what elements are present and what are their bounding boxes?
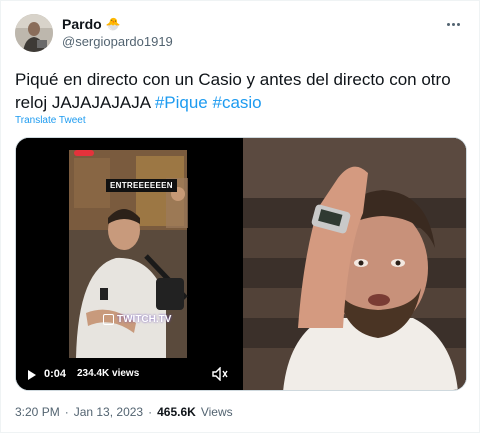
tweet-card[interactable]: Pardo 🐣 @sergiopardo1919 Piqué en direct… [0, 0, 480, 433]
meta-separator: · [148, 405, 153, 419]
more-dots-icon [446, 22, 450, 26]
user-handle[interactable]: @sergiopardo1919 [62, 34, 173, 49]
video-views-badge: 234.4K views [72, 365, 145, 382]
video-time: 0:04 [44, 368, 67, 380]
play-icon[interactable] [28, 370, 36, 380]
media-photo[interactable] [243, 138, 466, 390]
speaker-icon[interactable] [212, 367, 228, 381]
tweet-time[interactable]: 3:20 PM [15, 405, 60, 419]
hashtag-casio[interactable]: #casio [213, 93, 262, 112]
display-name[interactable]: Pardo [62, 16, 102, 32]
meta-separator: · [64, 405, 69, 419]
chick-emoji-icon: 🐣 [105, 17, 121, 31]
tweet-date[interactable]: Jan 13, 2023 [74, 405, 143, 419]
twitch-watermark: TWITCH.TV [103, 314, 171, 325]
video-overlay-caption: ENTREEEEEEN [106, 179, 177, 192]
hashtag-pique[interactable]: #Pique [155, 93, 208, 112]
tweet-meta: 3:20 PM · Jan 13, 2023 · 465.6K Views [15, 405, 233, 419]
twitch-icon [103, 314, 114, 325]
more-options-button[interactable] [441, 14, 465, 34]
tweet-text: Piqué en directo con un Casio y antes de… [15, 68, 465, 114]
video-player[interactable]: ENTREEEEEEN TWITCH.TV 0:04 234.4K views [16, 138, 241, 390]
avatar[interactable] [15, 14, 53, 52]
views-count: 465.6K [157, 405, 196, 419]
views-label: Views [200, 405, 233, 419]
overlay-badge [164, 366, 182, 380]
video-controls: 0:04 234.4K views [16, 360, 241, 390]
translate-tweet-link[interactable]: Translate Tweet [15, 115, 86, 126]
twitch-label: TWITCH.TV [117, 314, 172, 325]
media-grid: ENTREEEEEEN TWITCH.TV 0:04 234.4K views [15, 137, 467, 391]
